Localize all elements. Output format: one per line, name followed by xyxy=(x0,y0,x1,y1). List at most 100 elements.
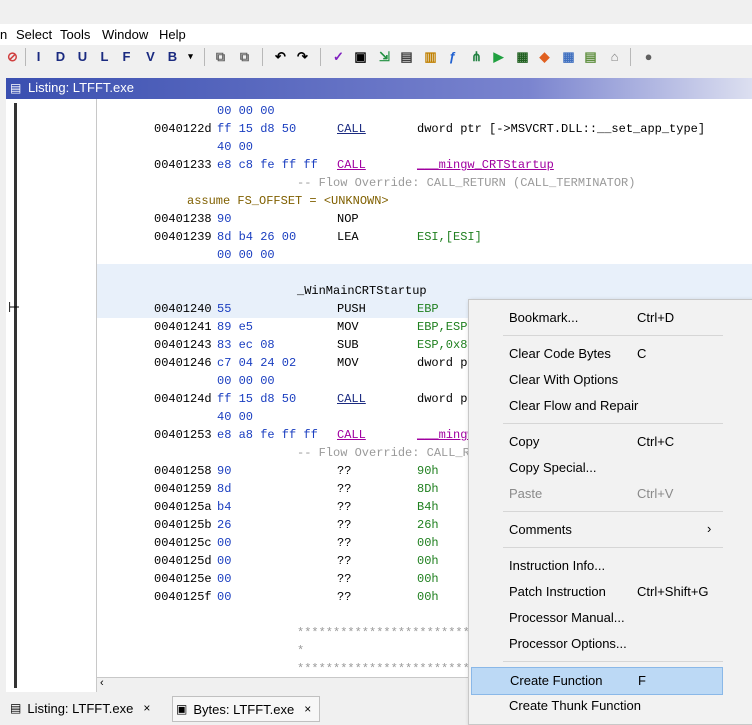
undo-history-icon[interactable]: ⧉ xyxy=(212,48,229,65)
menu-item-patch-instruction[interactable]: Patch Instruction Ctrl+Shift+G xyxy=(471,579,721,605)
menu-item-create-thunk-function[interactable]: Create Thunk Function xyxy=(471,693,721,719)
play-icon[interactable]: ▶ xyxy=(490,48,507,65)
instruction-operands: ___mingw_CRTStartup xyxy=(417,158,554,172)
console-icon[interactable]: ▦ xyxy=(514,48,531,65)
menu-separator xyxy=(503,511,723,512)
tab-listing[interactable]: ▤ Listing: LTFFT.exe × xyxy=(10,696,150,720)
menu-item-window[interactable]: Window xyxy=(102,27,148,42)
instruction-address: 00401233 xyxy=(154,158,212,172)
undefine-button[interactable]: U xyxy=(74,48,91,65)
instruction-address: 00401258 xyxy=(154,464,212,478)
listing-row[interactable]: 00 00 00 xyxy=(97,102,752,120)
menu-item-comments[interactable]: Comments › xyxy=(471,517,721,543)
instruction-bytes: 00 00 00 xyxy=(217,374,275,388)
listing-row[interactable]: _WinMainCRTStartup xyxy=(97,282,752,300)
instruction-mnemonic: MOV xyxy=(337,320,359,334)
menu-item-clear-code-bytes[interactable]: Clear Code Bytes C xyxy=(471,341,721,367)
stop-icon[interactable]: ⊘ xyxy=(4,48,21,65)
menu-item-label: Processor Options... xyxy=(509,636,627,651)
plate-comment: ************************** xyxy=(297,662,485,676)
flow-override-comment: -- Flow Override: CALL_RE xyxy=(297,446,478,460)
menu-item-create-function[interactable]: Create Function F xyxy=(471,667,723,695)
menu-item-processor-options[interactable]: Processor Options... xyxy=(471,631,721,657)
menu-item-file[interactable]: n xyxy=(0,27,7,42)
listing-row[interactable]: 00 00 00 xyxy=(97,246,752,264)
menu-item-shortcut: Ctrl+V xyxy=(637,486,674,501)
menu-item-paste[interactable]: Paste Ctrl+V xyxy=(471,481,721,507)
disassemble-button[interactable]: I xyxy=(30,48,47,65)
listing-icon[interactable]: ▤ xyxy=(398,48,415,65)
instruction-mnemonic: ?? xyxy=(337,464,352,478)
bytes-icon[interactable]: ▣ xyxy=(352,48,369,65)
instruction-address: 00401238 xyxy=(154,212,212,226)
close-icon[interactable]: × xyxy=(304,702,311,716)
menu-item-copy[interactable]: Copy Ctrl+C xyxy=(471,429,721,455)
close-icon[interactable]: × xyxy=(143,701,150,715)
redo-icon[interactable]: ↷ xyxy=(294,48,311,65)
data-type-icon[interactable]: ▥ xyxy=(422,48,439,65)
instruction-operands: ___mingw xyxy=(417,428,475,442)
instruction-bytes: 89 e5 xyxy=(217,320,254,334)
instruction-operands: EBP,ESP xyxy=(417,320,468,334)
instruction-operands: 26h xyxy=(417,518,439,532)
menu-item-tools[interactable]: Tools xyxy=(60,27,90,42)
undo-icon[interactable]: ↶ xyxy=(272,48,289,65)
export-icon[interactable]: ⇲ xyxy=(376,48,393,65)
window-icon[interactable]: ▤ xyxy=(582,48,599,65)
menu-item-label: Clear Code Bytes xyxy=(509,346,611,361)
label-button[interactable]: L xyxy=(96,48,113,65)
function-call-icon[interactable]: ƒ xyxy=(444,48,461,65)
menu-item-processor-manual[interactable]: Processor Manual... xyxy=(471,605,721,631)
listing-row[interactable]: -- Flow Override: CALL_RETURN (CALL_TERM… xyxy=(97,174,752,192)
menu-item-label: Copy Special... xyxy=(509,460,597,475)
instruction-address: 0040125c xyxy=(154,536,212,550)
listing-row[interactable] xyxy=(97,264,752,282)
graph-icon[interactable]: ⋔ xyxy=(468,48,485,65)
menu-item-help[interactable]: Help xyxy=(159,27,186,42)
menu-item-copy-special[interactable]: Copy Special... xyxy=(471,455,721,481)
menu-item-instruction-info[interactable]: Instruction Info... xyxy=(471,553,721,579)
data-button[interactable]: D xyxy=(52,48,69,65)
menu-item-shortcut: Ctrl+D xyxy=(637,310,675,325)
instruction-bytes: ff 15 d8 50 xyxy=(217,122,297,136)
plate-comment: ************************** xyxy=(297,626,485,640)
instruction-bytes: c7 04 24 02 xyxy=(217,356,297,370)
listing-row[interactable]: 0040122d ff 15 d8 50 CALL dword ptr [->MSVC… xyxy=(97,120,752,138)
menu-item-select[interactable]: Select xyxy=(16,27,52,42)
diamond-icon[interactable]: ◆ xyxy=(536,48,553,65)
listing-row[interactable]: assume FS_OFFSET = <UNKNOWN> xyxy=(97,192,752,210)
instruction-bytes: 55 xyxy=(217,302,232,316)
menu-item-clear-with-options[interactable]: Clear With Options xyxy=(471,367,721,393)
instruction-mnemonic: ?? xyxy=(337,536,352,550)
listing-row[interactable]: 40 00 xyxy=(97,138,752,156)
toolbar: ⊘ I D U L F V B ▾ ⧉ ⧉ ↶ ↷ ✓ ▣ ⇲ ▤ ▥ ƒ ⋔ … xyxy=(0,45,752,69)
variable-button[interactable]: V xyxy=(142,48,159,65)
menu-item-label: Bookmark... xyxy=(509,310,579,325)
menu-item-clear-flow-and-repair[interactable]: Clear Flow and Repair xyxy=(471,393,721,419)
menu-item-label: Copy xyxy=(509,434,540,449)
instruction-address: 00401253 xyxy=(154,428,212,442)
bookmark-button[interactable]: B xyxy=(164,48,181,65)
bytes-tab-icon: ▣ xyxy=(176,702,188,716)
scroll-left-icon[interactable]: ‹ xyxy=(100,677,104,689)
listing-row[interactable]: 00401233 e8 c8 fe ff ff CALL ___mingw_CRTSt… xyxy=(97,156,752,174)
checkmark-icon[interactable]: ✓ xyxy=(330,48,347,65)
menu-item-bookmark[interactable]: Bookmark... Ctrl+D xyxy=(471,305,721,331)
instruction-operands: ESP,0x8 xyxy=(417,338,468,352)
redo-history-icon[interactable]: ⧉ xyxy=(236,48,253,65)
tree-icon[interactable]: ⌂ xyxy=(606,48,623,65)
menu-item-label: Create Thunk Function xyxy=(509,698,641,713)
listing-row[interactable]: 00401238 90 NOP xyxy=(97,210,752,228)
menu-item-label: Create Function xyxy=(510,673,603,688)
instruction-bytes: 00 xyxy=(217,536,232,550)
instruction-mnemonic: CALL xyxy=(337,428,366,442)
menu-separator xyxy=(503,547,723,548)
table-icon[interactable]: ▦ xyxy=(560,48,577,65)
chevron-down-icon[interactable]: ▾ xyxy=(182,48,199,65)
function-button[interactable]: F xyxy=(118,48,135,65)
help-icon[interactable]: ● xyxy=(640,48,657,65)
menu-bar: n Select Tools Window Help xyxy=(0,24,752,45)
tab-bytes[interactable]: ▣ Bytes: LTFFT.exe × xyxy=(172,696,321,722)
instruction-mnemonic: ?? xyxy=(337,482,352,496)
listing-row[interactable]: 00401239 8d b4 26 00 LEA ESI,[ESI] xyxy=(97,228,752,246)
